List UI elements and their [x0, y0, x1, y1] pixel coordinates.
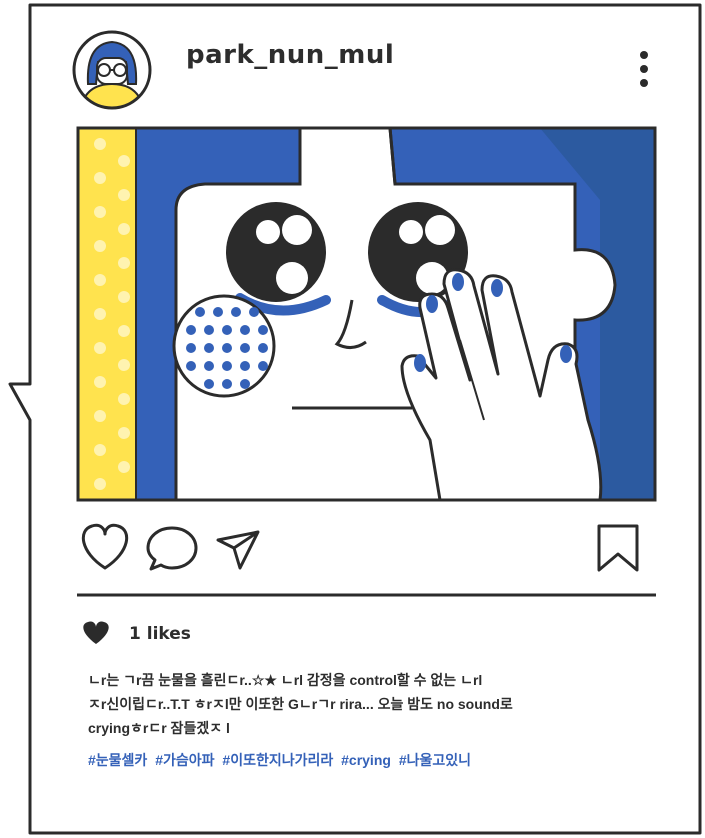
hashtag-link[interactable]: #이또한지나가리라: [222, 752, 333, 768]
share-button[interactable]: [212, 524, 264, 574]
more-options-button[interactable]: [630, 45, 658, 93]
avatar-button[interactable]: [70, 28, 154, 112]
hashtag-list: #눈물셀카 #가슴아파 #이또한지나가리라 #crying #나울고있니: [88, 750, 475, 770]
post-caption: ㄴr는 ㄱr끔 눈물을 흘린ㄷr..☆★ ㄴrl 감정을 control할 수 …: [88, 668, 608, 740]
hashtag-link[interactable]: #눈물셀카: [88, 752, 147, 768]
post-photo: [76, 126, 657, 502]
hashtag-link[interactable]: #가슴아파: [155, 752, 214, 768]
likes-count[interactable]: 1 likes: [129, 624, 191, 644]
caption-line: ㄴr는 ㄱr끔 눈물을 흘린ㄷr..☆★ ㄴrl 감정을 control할 수 …: [88, 672, 483, 688]
comment-button[interactable]: [144, 522, 202, 574]
hashtag-link[interactable]: #crying: [341, 752, 391, 768]
hashtag-link[interactable]: #나울고있니: [399, 752, 471, 768]
caption-line: ㅈr신이립ㄷr..T.T ㅎrㅈl만 이또한 Gㄴrㄱr rira... 오늘 …: [88, 696, 513, 712]
post-card: park_nun_mul 1 likes ㄴr는 ㄱr끔 눈물을 흘린ㄷr..☆…: [0, 0, 705, 838]
like-button[interactable]: [76, 520, 134, 574]
caption-line: cryingㅎrㄷr 잠들겠ㅈ l: [88, 720, 230, 736]
username[interactable]: park_nun_mul: [186, 40, 394, 70]
save-button[interactable]: [592, 520, 644, 576]
